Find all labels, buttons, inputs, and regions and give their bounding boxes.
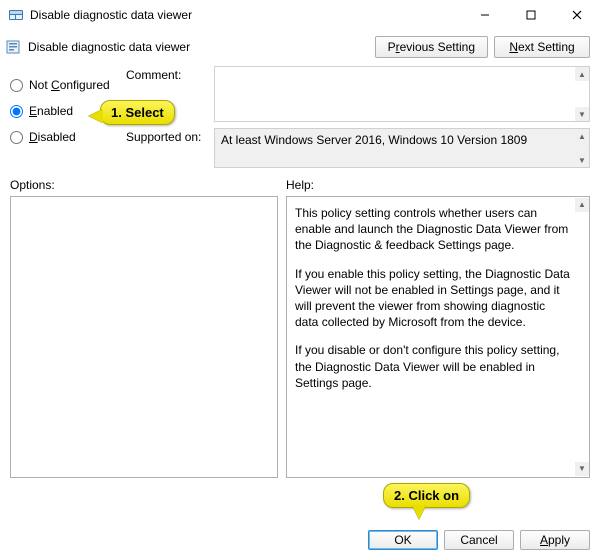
radio-disabled[interactable]: Disabled — [10, 124, 118, 150]
policy-title: Disable diagnostic data viewer — [28, 40, 369, 54]
supported-on-label: Supported on: — [126, 128, 208, 168]
annotation-callout-1: 1. Select — [100, 100, 175, 125]
help-label: Help: — [286, 178, 590, 192]
scroll-down-icon[interactable]: ▼ — [575, 153, 589, 167]
dialog-footer: OK Cancel Apply — [368, 530, 590, 550]
help-pane: This policy setting controls whether use… — [286, 196, 590, 478]
scroll-up-icon[interactable]: ▲ — [575, 129, 589, 143]
radio-enabled-label: Enabled — [29, 104, 73, 118]
scroll-up-icon[interactable]: ▲ — [575, 198, 589, 212]
help-paragraph: If you disable or don't configure this p… — [295, 342, 571, 391]
options-label: Options: — [10, 178, 286, 192]
options-pane — [10, 196, 278, 478]
window-minimize-button[interactable] — [462, 0, 508, 30]
radio-enabled-input[interactable] — [10, 105, 23, 118]
radio-disabled-input[interactable] — [10, 131, 23, 144]
radio-not-configured-label: Not Configured — [29, 78, 110, 92]
callout-tail-icon — [89, 109, 103, 123]
app-icon — [8, 7, 24, 23]
scroll-down-icon[interactable]: ▼ — [575, 107, 589, 121]
annotation-text: 2. Click on — [394, 488, 459, 503]
window-titlebar: Disable diagnostic data viewer — [0, 0, 600, 30]
supported-on-value: At least Windows Server 2016, Windows 10… — [221, 133, 527, 147]
help-paragraph: This policy setting controls whether use… — [295, 205, 571, 254]
previous-setting-button[interactable]: Previous Setting — [375, 36, 488, 58]
comment-textbox[interactable]: ▲ ▼ — [214, 66, 590, 122]
apply-button[interactable]: Apply — [520, 530, 590, 550]
ok-button[interactable]: OK — [368, 530, 438, 550]
supported-on-textbox: At least Windows Server 2016, Windows 10… — [214, 128, 590, 168]
scroll-up-icon[interactable]: ▲ — [575, 67, 589, 81]
window-title: Disable diagnostic data viewer — [30, 8, 462, 22]
annotation-text: 1. Select — [111, 105, 164, 120]
window-close-button[interactable] — [554, 0, 600, 30]
cancel-button[interactable]: Cancel — [444, 530, 514, 550]
radio-not-configured[interactable]: Not Configured — [10, 72, 118, 98]
radio-disabled-label: Disabled — [29, 130, 76, 144]
callout-tail-icon — [412, 505, 426, 519]
help-paragraph: If you enable this policy setting, the D… — [295, 266, 571, 331]
scroll-down-icon[interactable]: ▼ — [575, 462, 589, 476]
window-maximize-button[interactable] — [508, 0, 554, 30]
policy-header: Disable diagnostic data viewer Previous … — [0, 30, 600, 64]
annotation-callout-2: 2. Click on — [383, 483, 470, 508]
policy-icon — [6, 39, 22, 55]
radio-not-configured-input[interactable] — [10, 79, 23, 92]
next-setting-button[interactable]: Next Setting — [494, 36, 590, 58]
